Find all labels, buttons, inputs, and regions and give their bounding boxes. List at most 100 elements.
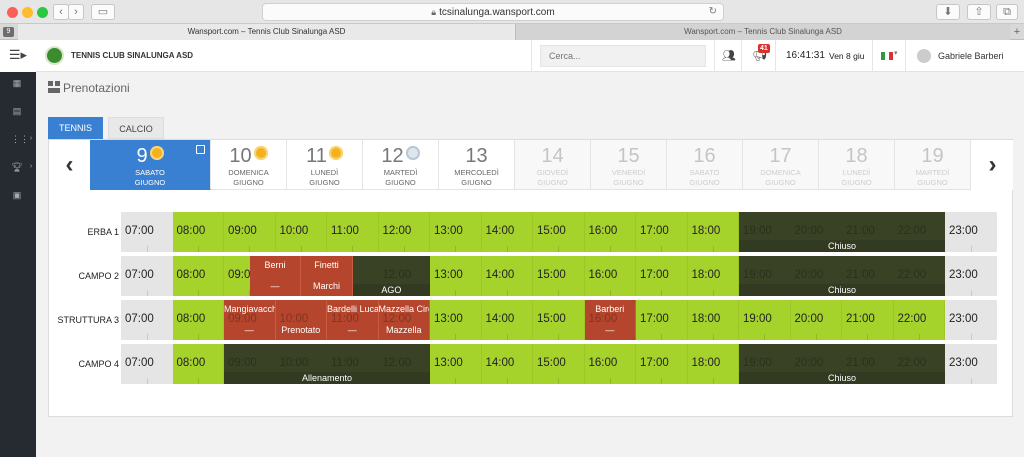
unavailable-slot: 23:00	[945, 344, 997, 384]
day-month: GIUGNO	[461, 178, 492, 187]
free-slot[interactable]: 08:00	[172, 344, 224, 384]
free-slot[interactable]: 22:00	[893, 300, 945, 340]
day-number: 14	[541, 145, 564, 167]
share-icon[interactable]: ⇧	[967, 4, 991, 20]
free-slot[interactable]: 14:00	[481, 256, 533, 296]
free-slot[interactable]: 21:00	[842, 300, 894, 340]
booking-block[interactable]: Berni —	[249, 256, 302, 296]
clock-time: 16:41:31	[786, 50, 825, 61]
free-slot[interactable]: 10:00	[275, 212, 327, 252]
tab-calcio[interactable]: CALCIO	[108, 117, 164, 139]
tab-tennis[interactable]: TENNIS	[48, 117, 103, 139]
day-weekday: GIOVEDÌ	[536, 168, 569, 177]
pinned-tab[interactable]: 9	[3, 27, 14, 37]
calendar-icon[interactable]: ▤	[11, 106, 23, 116]
day-weekday: LUNEDÌ	[310, 168, 339, 177]
blocked-period[interactable]: 19:00 20:00 21:00 22:00 Chiuso	[739, 212, 945, 252]
trophy-icon[interactable]: 🏆︎	[11, 162, 23, 172]
free-slot[interactable]: 13:00	[430, 344, 482, 384]
reload-icon[interactable]: ↻	[709, 4, 717, 20]
club-logo[interactable]	[45, 46, 64, 65]
free-slot[interactable]: 19:00	[739, 300, 791, 340]
free-slot[interactable]: 11:00	[327, 212, 379, 252]
free-slot[interactable]: 15:00	[533, 212, 585, 252]
free-slot[interactable]: 09:00	[224, 212, 276, 252]
minimize-window-button[interactable]	[22, 7, 33, 18]
booking-block[interactable]: 12:00 Mazzella Ciro Mazzella	[378, 300, 430, 340]
free-slot[interactable]: 15:00	[533, 344, 585, 384]
free-slot[interactable]: 13:00	[430, 212, 482, 252]
tabs-overview-icon[interactable]: ⧉	[996, 4, 1018, 20]
free-slot[interactable]: 17:00	[636, 300, 688, 340]
free-slot[interactable]: 18:00	[687, 300, 739, 340]
free-slot[interactable]: 17:00	[636, 344, 688, 384]
free-slot[interactable]: 15:00	[533, 300, 585, 340]
booking-block[interactable]: Finetti Marchi	[301, 256, 353, 296]
chevron-right-icon[interactable]: ›	[25, 162, 37, 172]
address-bar[interactable]: 🔒︎ tcsinalunga.wansport.com ↻	[262, 3, 724, 21]
free-slot[interactable]: 18:00	[687, 256, 739, 296]
zoom-window-button[interactable]	[37, 7, 48, 18]
booking-block[interactable]: 16:00 Barberi —	[584, 300, 636, 340]
day-11[interactable]: 11 LUNEDÌ GIUGNO	[287, 140, 363, 190]
booking-block[interactable]: 11:00 Bardelli Luca —	[327, 300, 379, 340]
previous-days-arrow-icon[interactable]: ‹	[49, 140, 90, 190]
blocked-period[interactable]: 19:00 20:00 21:00 22:00 Chiuso	[739, 256, 945, 296]
user-name[interactable]: Gabriele Barberi	[938, 40, 1004, 72]
italian-flag-icon[interactable]	[881, 52, 893, 60]
booking-partner: —	[244, 325, 254, 335]
download-icon[interactable]: ⬇	[936, 4, 960, 20]
blocked-period[interactable]: 09:00 10:00 11:00 12:00 Allenamento	[224, 344, 430, 384]
free-slot[interactable]: 18:00	[687, 344, 739, 384]
day-13[interactable]: 13 MERCOLEDÌ GIUGNO	[439, 140, 515, 190]
unavailable-slot: 23:00	[945, 300, 997, 340]
apps-grid-icon[interactable]: ⋮⋮	[11, 134, 29, 144]
browser-tab-active[interactable]: Wansport.com – Tennis Club Sinalunga ASD	[18, 24, 516, 40]
free-slot[interactable]: 17:00	[636, 212, 688, 252]
free-slot[interactable]: 13:00	[430, 256, 482, 296]
chevron-right-icon[interactable]: ›	[25, 134, 37, 144]
users-group-icon[interactable]: 👥︎	[722, 49, 736, 62]
new-tab-button[interactable]: +	[1010, 24, 1024, 40]
calendar-icon[interactable]	[196, 145, 205, 154]
free-slot[interactable]: 15:00	[533, 256, 585, 296]
free-slot[interactable]: 17:00	[636, 256, 688, 296]
blocked-period[interactable]: 19:00 20:00 21:00 22:00 Chiuso	[739, 344, 945, 384]
day-number: 13	[465, 145, 488, 167]
back-button[interactable]: ‹	[53, 4, 69, 20]
next-days-arrow-icon[interactable]: ›	[972, 140, 1013, 190]
chevron-down-icon[interactable]: ▾	[894, 49, 898, 57]
close-window-button[interactable]	[7, 7, 18, 18]
day-16: 16 SABATO GIUGNO	[667, 140, 743, 190]
free-slot[interactable]: 08:00	[172, 256, 224, 296]
search-input[interactable]	[540, 45, 706, 67]
free-slot[interactable]: 16:00	[584, 256, 636, 296]
free-slot[interactable]: 13:00	[430, 300, 482, 340]
free-slot[interactable]: 18:00	[687, 212, 739, 252]
free-slot[interactable]: 20:00	[790, 300, 842, 340]
menu-toggle-icon[interactable]: ☰▸	[0, 40, 36, 72]
free-slot[interactable]: 14:00	[481, 212, 533, 252]
booking-block[interactable]: 09:00 Mangiavacchi —	[224, 300, 276, 340]
avatar[interactable]	[917, 49, 931, 63]
booking-block[interactable]: 10:00 Prenotato	[275, 300, 327, 340]
day-12[interactable]: 12 MARTEDÌ GIUGNO	[363, 140, 439, 190]
day-month: GIUGNO	[537, 178, 568, 187]
club-name[interactable]: TENNIS CLUB SINALUNGA ASD	[71, 40, 193, 72]
day-number: 12	[363, 145, 438, 167]
free-slot[interactable]: 16:00	[584, 344, 636, 384]
free-slot[interactable]: 14:00	[481, 344, 533, 384]
day-10[interactable]: 10 DOMENICA GIUGNO	[211, 140, 287, 190]
free-slot[interactable]: 14:00	[481, 300, 533, 340]
free-slot[interactable]: 08:00	[172, 300, 224, 340]
day-9[interactable]: 9 SABATO GIUGNO	[90, 140, 211, 190]
browser-tab[interactable]: Wansport.com – Tennis Club Sinalunga ASD	[516, 24, 1010, 40]
forward-button[interactable]: ›	[68, 4, 84, 20]
free-slot[interactable]: 16:00	[584, 212, 636, 252]
free-slot[interactable]: 12:00	[378, 212, 430, 252]
dashboard-icon[interactable]: ▦	[11, 78, 23, 88]
money-icon[interactable]: ▣	[11, 190, 23, 200]
blocked-period[interactable]: 12:00 AGO	[352, 256, 430, 296]
sidebar-toggle-icon[interactable]: ▭	[91, 4, 115, 20]
free-slot[interactable]: 08:00	[172, 212, 224, 252]
